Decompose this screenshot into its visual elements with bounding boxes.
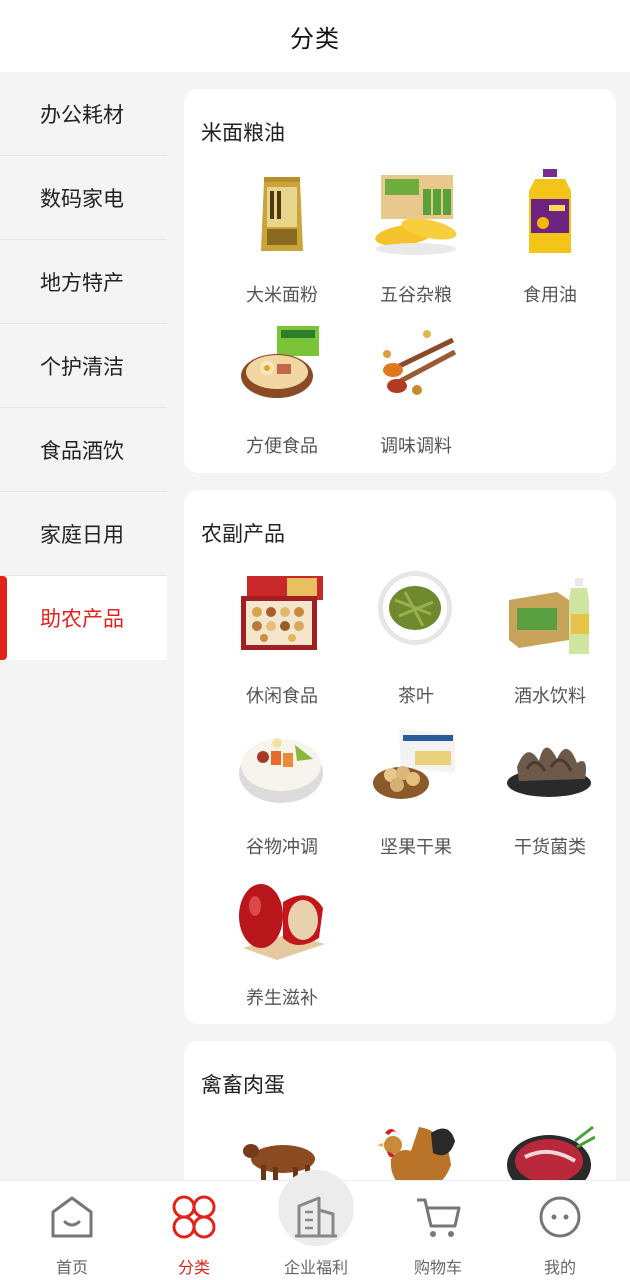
product-item[interactable]: 五谷杂粮 [349,169,483,315]
category-content: 米面粮油 大米面粉 五谷杂粮 食用油 方便食品 调味调料 农副产品 休闲食品 茶… [167,72,630,1180]
product-item[interactable]: 方便食品 [215,320,349,466]
cart-icon [417,1198,461,1237]
product-item[interactable] [349,1121,483,1180]
category-sidebar: 办公耗材 数码家电 地方特产 个护清洁 食品酒饮 家庭日用 助农产品 [0,72,167,1180]
product-name: 休闲食品 [246,686,318,707]
product-item[interactable] [483,1121,617,1180]
raw-meat-icon [507,1125,595,1180]
section-title: 禽畜肉蛋 [201,1073,285,1097]
sidebar-item-food-drinks[interactable]: 食品酒饮 [0,408,167,492]
product-name: 茶叶 [398,686,434,707]
product-name: 调味调料 [380,436,452,457]
section-title: 米面粮油 [201,121,285,145]
section-card: 农副产品 休闲食品 茶叶 酒水饮料 谷物冲调 坚果干果 干货菌类 养生滋补 [184,490,616,1024]
page-title: 分类 [290,24,340,53]
product-item[interactable]: 养生滋补 [215,872,349,1018]
building-icon [295,1196,337,1238]
sidebar-item-household[interactable]: 家庭日用 [0,492,167,576]
home-icon [51,1196,93,1238]
product-item[interactable]: 酒水饮料 [483,570,617,716]
product-item[interactable]: 干货菌类 [483,721,617,867]
product-name: 坚果干果 [380,837,452,858]
top-bar: 分类 [0,0,630,72]
sidebar-item-label: 家庭日用 [40,522,124,547]
tab-home[interactable]: 首页 [9,1180,135,1280]
dried-mushroom-icon [507,747,591,797]
product-name: 酒水饮料 [514,686,586,707]
tab-label: 企业福利 [283,1258,348,1277]
product-name: 方便食品 [246,436,318,457]
section-card: 禽畜肉蛋 [184,1041,616,1180]
tab-enterprise-welfare[interactable]: 企业福利 [253,1180,379,1280]
cooking-oil-bottle-icon [529,169,571,253]
product-name: 食用油 [523,285,577,306]
tab-mine[interactable]: 我的 [497,1180,623,1280]
rice-flour-bag-icon [261,177,303,251]
green-tea-plate-icon [378,571,452,645]
product-item[interactable]: 坚果干果 [349,721,483,867]
product-item[interactable]: 调味调料 [349,320,483,466]
product-name: 干货菌类 [514,837,586,858]
sidebar-item-label: 数码家电 [40,186,124,211]
sidebar-item-label: 办公耗材 [40,102,124,127]
sidebar-item-agri-support[interactable]: 助农产品 [0,576,167,660]
section-card: 米面粮油 大米面粉 五谷杂粮 食用油 方便食品 调味调料 [184,89,616,473]
sidebar-item-local-specialties[interactable]: 地方特产 [0,240,167,324]
sidebar-item-personal-care[interactable]: 个护清洁 [0,324,167,408]
sidebar-item-office-supplies[interactable]: 办公耗材 [0,72,167,156]
profile-face-icon [539,1196,581,1238]
tab-category[interactable]: 分类 [131,1180,257,1280]
instant-noodle-bowl-icon [241,326,319,398]
tab-cart[interactable]: 购物车 [375,1180,501,1280]
product-name: 养生滋补 [246,988,318,1009]
product-name: 五谷杂粮 [380,285,452,306]
sidebar-item-digital-appliances[interactable]: 数码家电 [0,156,167,240]
spice-spoons-icon [383,330,457,395]
tab-label: 首页 [55,1258,88,1277]
product-item[interactable]: 休闲食品 [215,570,349,716]
section-title: 农副产品 [201,522,285,546]
category-icon [172,1195,216,1239]
sidebar-item-label: 个护清洁 [40,354,124,379]
product-name: 谷物冲调 [246,837,318,858]
snack-gift-box-icon [241,576,323,650]
nuts-bowl-icon [373,729,455,799]
sidebar-item-label: 食品酒饮 [40,438,124,463]
chicken-icon [377,1127,455,1180]
product-item[interactable]: 食用油 [483,169,617,315]
product-item[interactable]: 谷物冲调 [215,721,349,867]
tab-label: 我的 [543,1258,576,1277]
red-dates-icon [239,884,325,960]
corn-grains-icon [375,175,457,255]
sidebar-item-label: 助农产品 [40,607,124,631]
product-name: 大米面粉 [246,285,318,306]
cereal-bowl-icon [239,738,323,803]
sidebar-item-label: 地方特产 [40,270,124,295]
tab-label: 分类 [177,1258,210,1277]
tab-label: 购物车 [413,1258,462,1277]
drink-box-bottle-icon [509,578,589,654]
product-item[interactable]: 大米面粉 [215,169,349,315]
product-item[interactable] [215,1121,349,1180]
product-item[interactable]: 茶叶 [349,570,483,716]
